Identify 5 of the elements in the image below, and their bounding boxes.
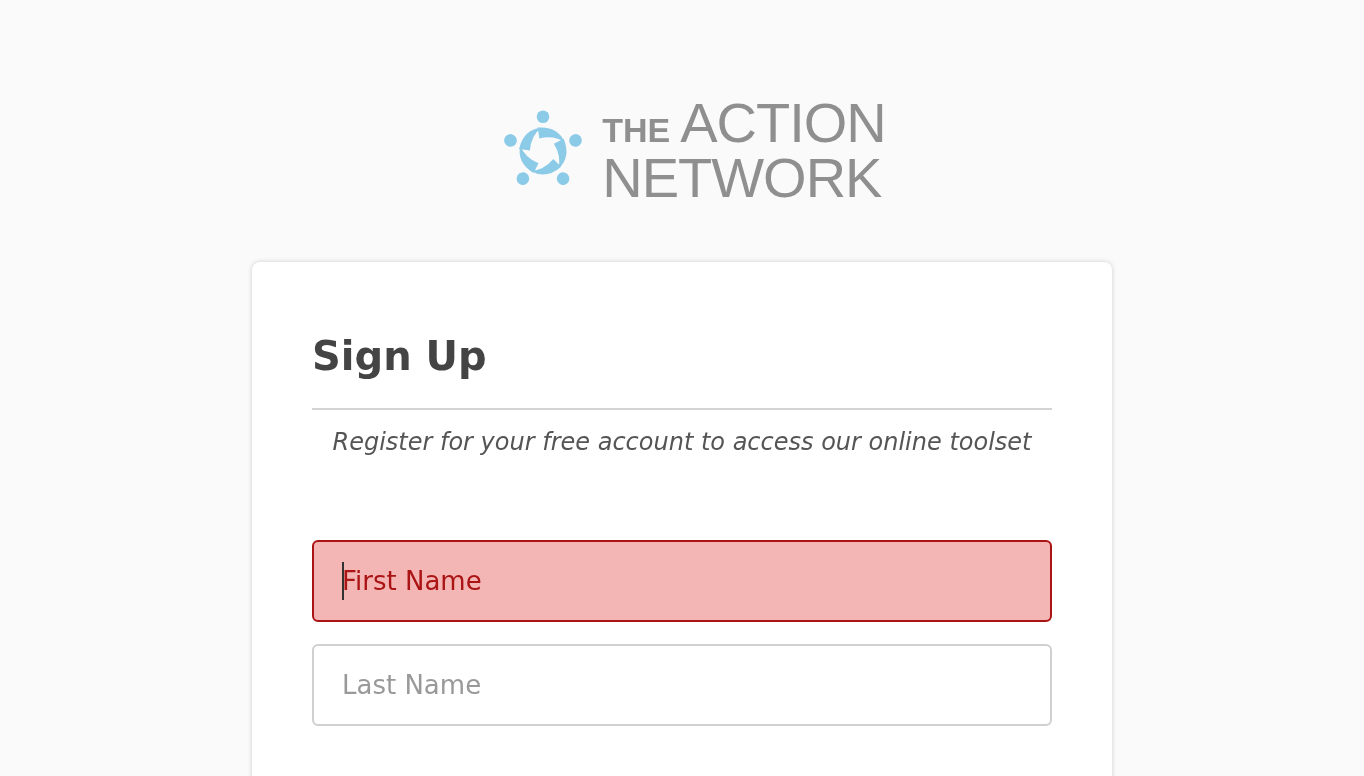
- input-field[interactable]: First Name: [312, 539, 1052, 622]
- logo-text: NETWORK: [602, 150, 883, 206]
- form-subtitle: Register for your free account to access our online toolset: [331, 427, 1033, 456]
- logo-text: THE: [602, 114, 671, 148]
- logo-text: ACTION: [680, 96, 886, 151]
